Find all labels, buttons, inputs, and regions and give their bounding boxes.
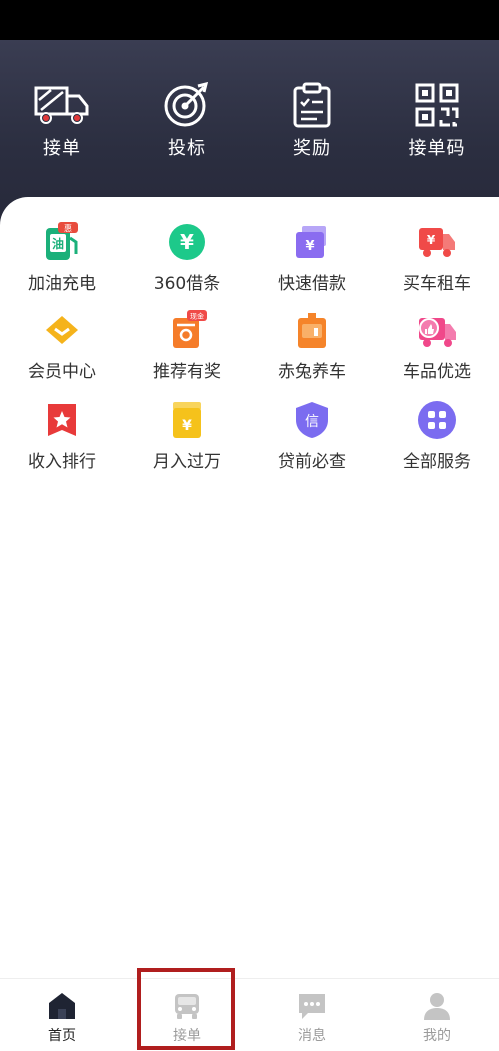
svg-text:¥: ¥ <box>180 230 194 254</box>
service-fuel-charge[interactable]: 油 惠 加油充电 <box>0 222 124 302</box>
service-label: 收入排行 <box>28 452 96 472</box>
service-pre-loan-check[interactable]: 信 贷前必查 <box>250 400 374 480</box>
quick-action-label: 接单 <box>43 138 81 159</box>
service-monthly-10k[interactable]: ¥ 月入过万 <box>125 400 249 480</box>
quick-action-label: 投标 <box>168 138 206 159</box>
svg-text:¥: ¥ <box>182 418 192 434</box>
service-label: 快速借款 <box>278 274 346 294</box>
tab-home[interactable]: 首页 <box>12 991 112 1049</box>
grid-icon <box>417 400 457 440</box>
highlight-box <box>137 968 235 1050</box>
service-label: 360借条 <box>153 274 221 294</box>
target-icon <box>164 82 209 127</box>
quick-action-take-order[interactable]: 接单 <box>12 82 112 172</box>
quick-action-reward[interactable]: 奖励 <box>262 82 362 172</box>
service-label: 会员中心 <box>28 362 96 382</box>
badge-cash: 现金 <box>190 312 204 321</box>
status-bar <box>0 0 499 40</box>
service-buy-rent-car[interactable]: ¥ 买车租车 <box>375 222 499 302</box>
chat-icon <box>299 994 325 1019</box>
tab-label: 消息 <box>298 1028 326 1044</box>
service-car-products[interactable]: 车品优选 <box>375 310 499 390</box>
service-label: 全部服务 <box>403 452 471 472</box>
service-member-center[interactable]: 会员中心 <box>0 310 124 390</box>
home-icon <box>49 993 75 1019</box>
service-label: 加油充电 <box>28 274 96 294</box>
toolbox-icon <box>292 310 332 350</box>
tab-label: 首页 <box>48 1028 76 1044</box>
car-yuan-icon: ¥ <box>417 222 457 262</box>
services-card: 油 惠 加油充电 ¥ 360借条 ¥ 快速借款 ¥ 买车租车 会员中心 现金 推… <box>0 197 499 497</box>
service-income-ranking[interactable]: 收入排行 <box>0 400 124 480</box>
wallet-icon: ¥ <box>292 222 332 262</box>
person-icon <box>424 993 450 1020</box>
bottom-tab-bar: 首页 接单 消息 我的 <box>0 978 499 1051</box>
qr-code-icon <box>415 83 459 127</box>
svg-text:¥: ¥ <box>305 239 314 254</box>
credit-glyph: 信 <box>305 414 319 430</box>
fuel-icon: 油 惠 <box>42 222 82 262</box>
thumb-truck-icon <box>417 310 457 350</box>
svg-text:油: 油 <box>52 236 64 251</box>
yuan-box-icon: ¥ <box>167 400 207 440</box>
service-label: 买车租车 <box>403 274 471 294</box>
tab-messages[interactable]: 消息 <box>262 991 362 1049</box>
quick-action-label: 奖励 <box>293 138 331 159</box>
service-label: 赤兔养车 <box>278 362 346 382</box>
service-chitu-car-care[interactable]: 赤兔养车 <box>250 310 374 390</box>
tab-profile[interactable]: 我的 <box>387 991 487 1049</box>
service-label: 车品优选 <box>403 362 471 382</box>
quick-action-bid[interactable]: 投标 <box>137 82 237 172</box>
ranking-icon <box>42 400 82 440</box>
quick-action-order-code[interactable]: 接单码 <box>387 82 487 172</box>
service-label: 月入过万 <box>153 452 221 472</box>
gift-icon: 现金 <box>167 310 207 350</box>
service-all-services[interactable]: 全部服务 <box>375 400 499 480</box>
service-360-loan[interactable]: ¥ 360借条 <box>125 222 249 302</box>
credit-shield-icon: 信 <box>292 400 332 440</box>
badge-hui: 惠 <box>64 223 72 233</box>
truck-icon <box>34 86 89 124</box>
tab-label: 我的 <box>423 1028 451 1044</box>
quick-action-label: 接单码 <box>408 138 466 159</box>
service-quick-loan[interactable]: ¥ 快速借款 <box>250 222 374 302</box>
service-label: 贷前必查 <box>278 452 346 472</box>
yuan-coin-icon: ¥ <box>167 222 207 262</box>
service-referral-reward[interactable]: 现金 推荐有奖 <box>125 310 249 390</box>
svg-text:¥: ¥ <box>427 233 436 247</box>
clipboard-icon <box>293 82 331 128</box>
service-label: 推荐有奖 <box>153 362 221 382</box>
diamond-icon <box>42 310 82 350</box>
